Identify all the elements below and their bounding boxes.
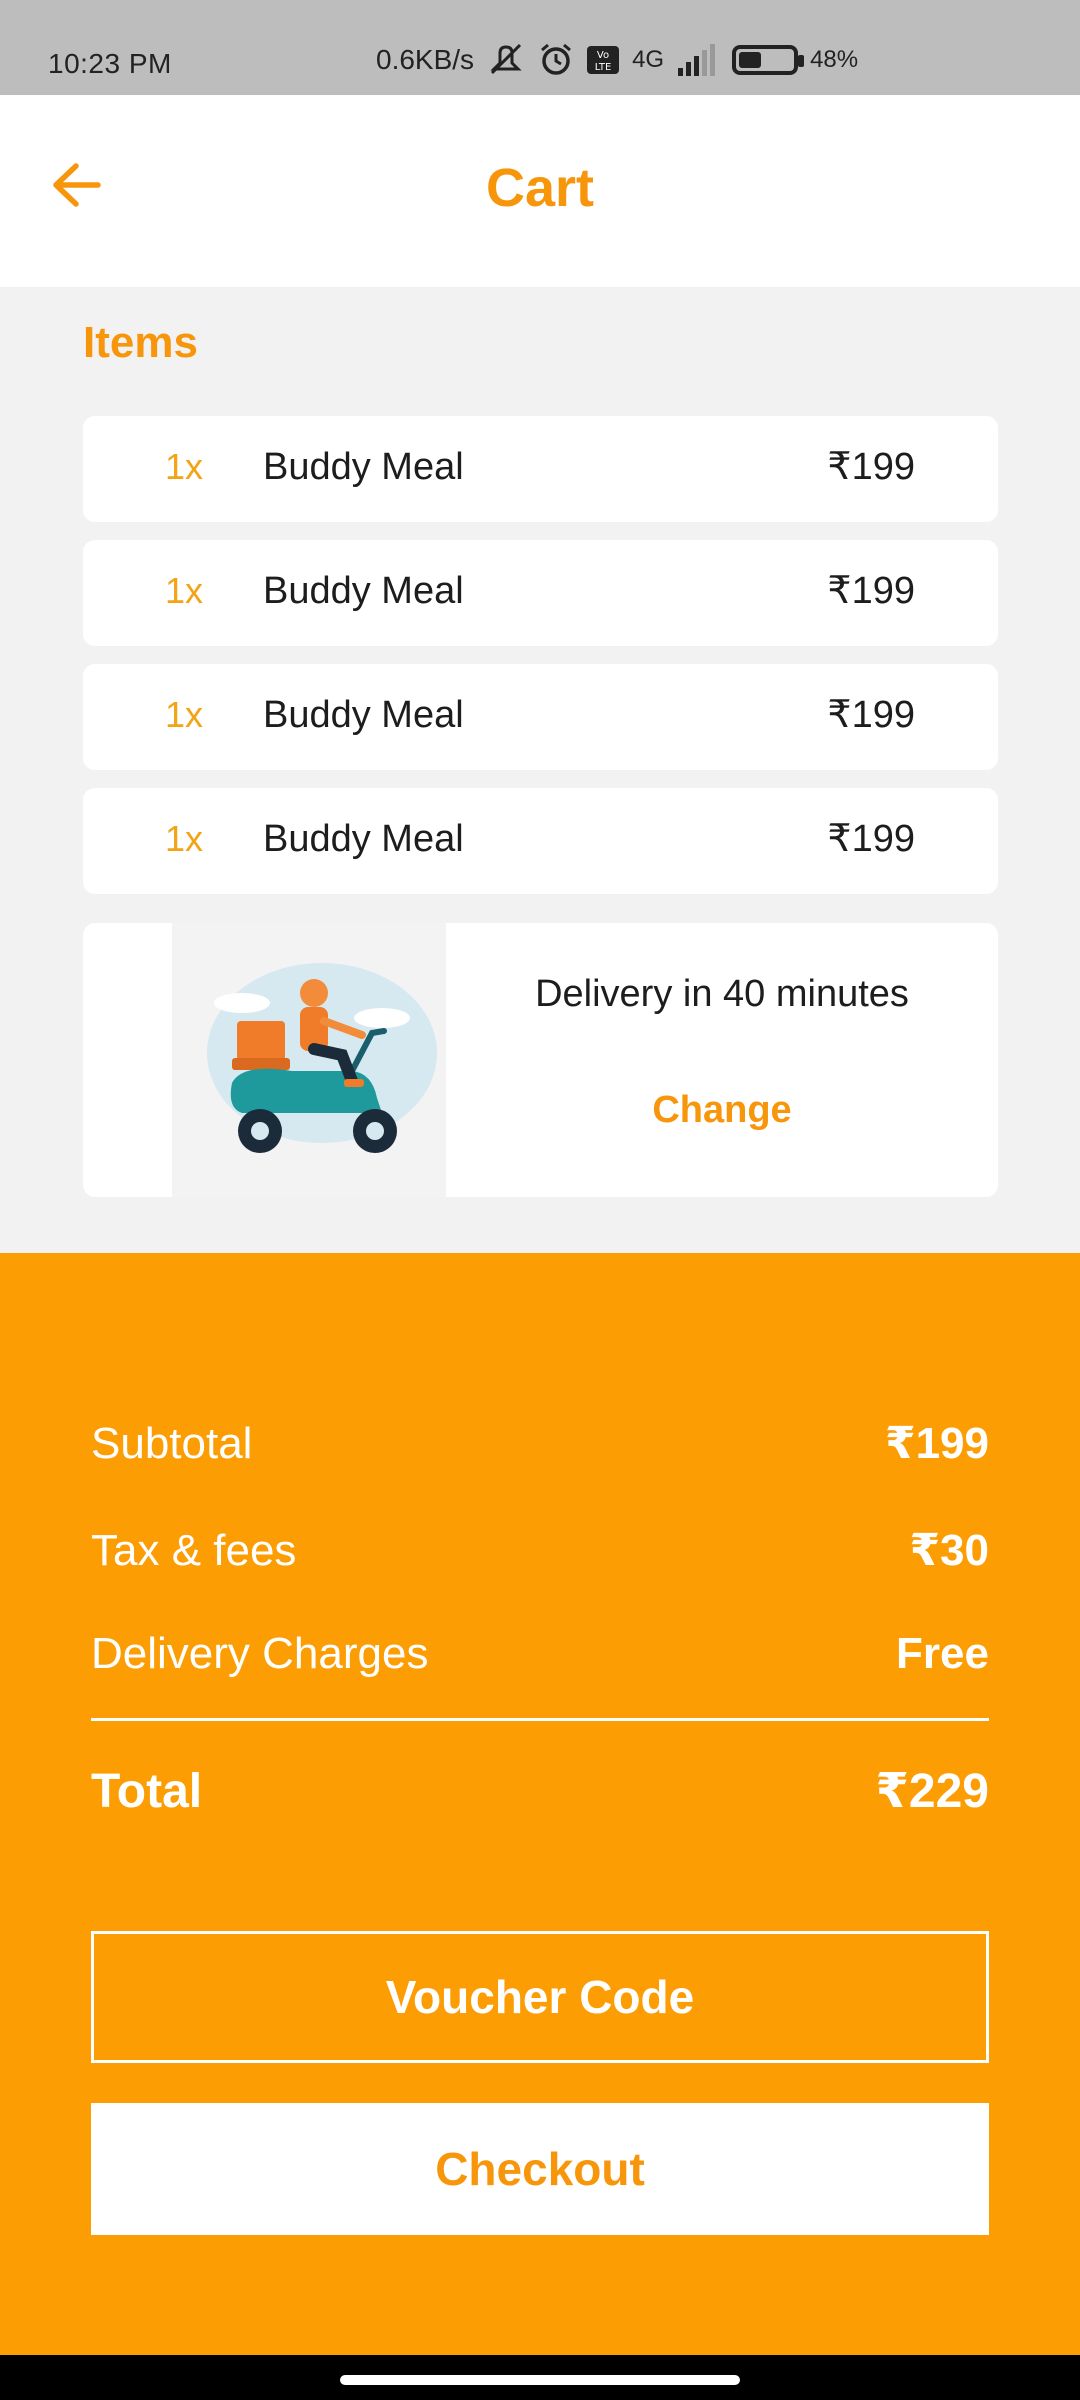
signal-icon — [676, 44, 716, 76]
total-value: ₹229 — [875, 1765, 989, 1818]
item-name: Buddy Meal — [263, 694, 464, 736]
tax-label: Tax & fees — [91, 1525, 297, 1575]
order-summary: Subtotal ₹199 Tax & fees ₹30 Delivery Ch… — [0, 1253, 1080, 2355]
item-quantity: 1x — [165, 570, 204, 611]
subtotal-value: ₹199 — [884, 1419, 989, 1468]
item-quantity: 1x — [165, 694, 204, 735]
battery-fill — [739, 52, 761, 68]
page-title: Cart — [485, 158, 595, 218]
checkout-button[interactable]: Checkout — [91, 2103, 989, 2235]
item-price: ₹199 — [827, 570, 915, 612]
item-name: Buddy Meal — [263, 446, 464, 488]
total-label: Total — [91, 1764, 203, 1818]
items-heading: Items — [83, 318, 198, 367]
item-quantity: 1x — [165, 818, 204, 859]
cart-item[interactable]: 1x Buddy Meal ₹199 — [83, 416, 998, 522]
delivery-time-text: Delivery in 40 minutes — [535, 973, 909, 1015]
tax-value: ₹30 — [909, 1526, 989, 1575]
status-time: 10:23 PM — [48, 48, 172, 79]
mute-icon — [486, 43, 526, 77]
cart-item[interactable]: 1x Buddy Meal ₹199 — [83, 540, 998, 646]
subtotal-row: Subtotal ₹199 — [91, 1418, 989, 1469]
home-indicator[interactable] — [340, 2375, 740, 2385]
total-row: Total ₹229 — [91, 1763, 989, 1819]
tax-row: Tax & fees ₹30 — [91, 1525, 989, 1576]
scooter-delivery-illustration — [172, 923, 446, 1197]
system-nav-bar — [0, 2355, 1080, 2400]
cart-item[interactable]: 1x Buddy Meal ₹199 — [83, 788, 998, 894]
battery-percent: 48% — [810, 46, 859, 73]
change-delivery-link[interactable]: Change — [446, 1089, 998, 1132]
cart-item[interactable]: 1x Buddy Meal ₹199 — [83, 664, 998, 770]
delivery-charges-row: Delivery Charges Free — [91, 1629, 989, 1679]
voucher-code-button[interactable]: Voucher Code — [91, 1931, 989, 2063]
subtotal-label: Subtotal — [91, 1418, 253, 1468]
item-name: Buddy Meal — [263, 570, 464, 612]
volte-icon: Vo LTE — [586, 45, 620, 75]
network-type: 4G — [632, 46, 665, 73]
item-name: Buddy Meal — [263, 818, 464, 860]
item-quantity: 1x — [165, 446, 204, 487]
status-bar: 10:23 PM 0.6KB/s Vo LTE 4G 48% — [0, 0, 1080, 95]
app-header: Cart — [0, 95, 1080, 287]
svg-text:LTE: LTE — [595, 62, 612, 73]
alarm-icon — [538, 42, 574, 78]
item-price: ₹199 — [827, 446, 915, 488]
delivery-card: Delivery in 40 minutes Change — [83, 923, 998, 1197]
battery-icon — [732, 45, 805, 75]
delivery-charges-label: Delivery Charges — [91, 1629, 429, 1678]
summary-divider — [91, 1718, 989, 1721]
svg-text:Vo: Vo — [597, 50, 609, 61]
network-speed: 0.6KB/s — [376, 44, 475, 75]
item-price: ₹199 — [827, 818, 915, 860]
status-icons: 0.6KB/s Vo LTE 4G 48% — [376, 42, 858, 78]
delivery-charges-value: Free — [896, 1629, 989, 1678]
item-price: ₹199 — [827, 694, 915, 736]
